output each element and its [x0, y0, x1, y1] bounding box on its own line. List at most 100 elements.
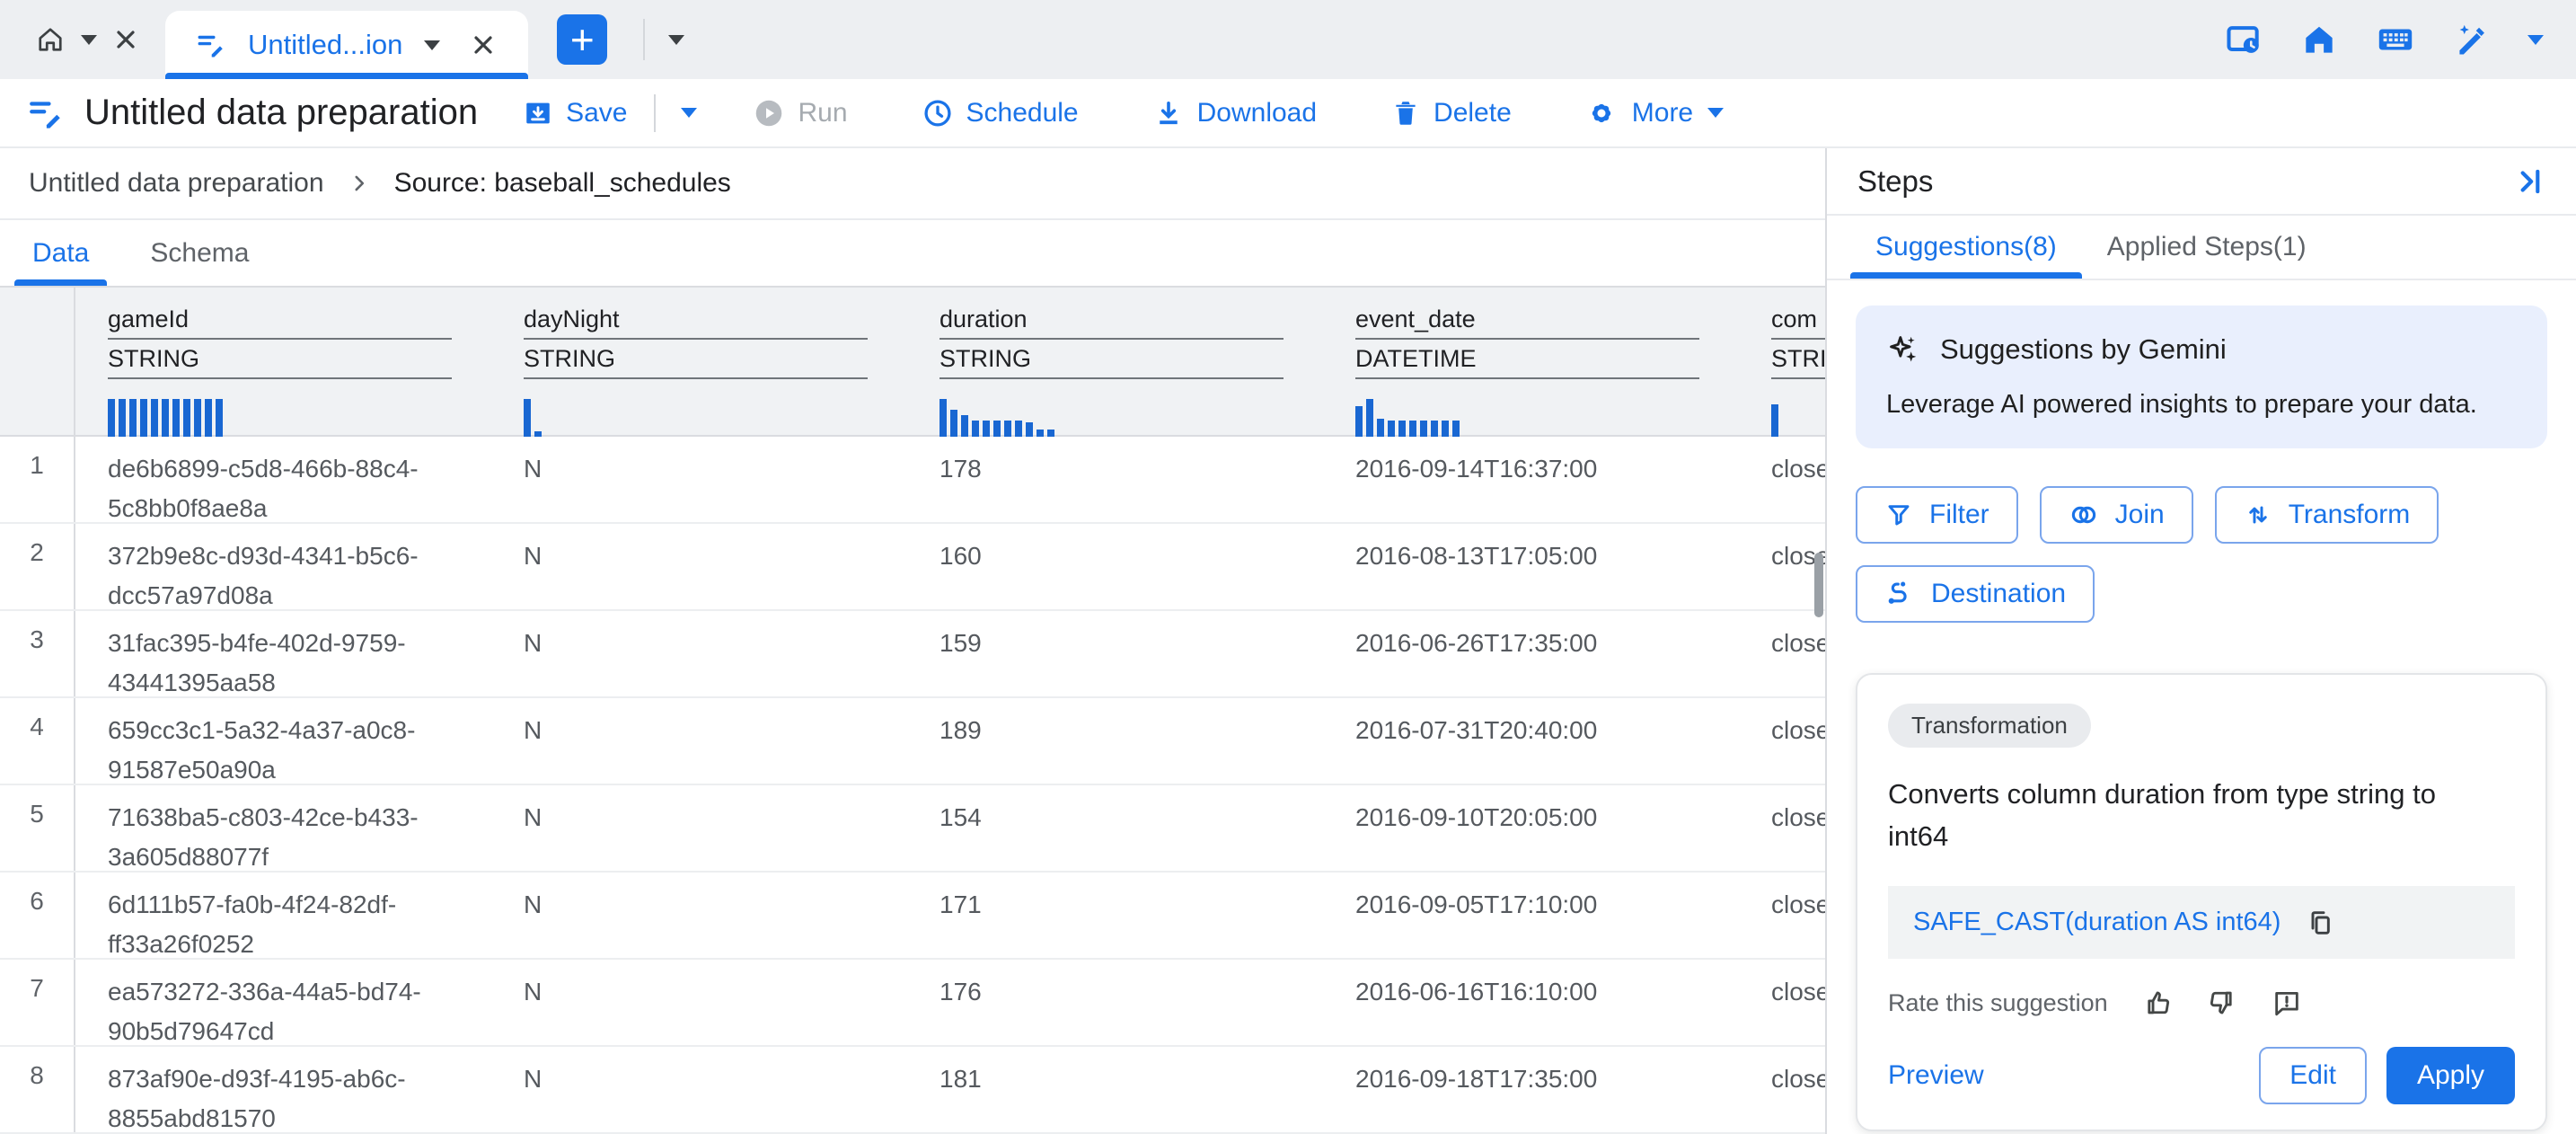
cell-event-date[interactable]: 2016-06-16T16:10:00 — [1323, 960, 1739, 1045]
cell-gameid[interactable]: 372b9e8c-d93d-4341-b5c6- dcc57a97d08a — [75, 524, 491, 609]
cell-duration[interactable]: 171 — [907, 873, 1323, 958]
preview-button[interactable]: Preview — [1888, 1060, 1984, 1091]
home-icon[interactable] — [2299, 20, 2339, 59]
cell-duration[interactable]: 160 — [907, 524, 1323, 609]
cell-daynight[interactable]: N — [491, 873, 907, 958]
magic-wand-icon[interactable] — [2452, 20, 2492, 59]
join-button[interactable]: Join — [2040, 486, 2193, 544]
cell-gameid[interactable]: 6d111b57-fa0b-4f24-82df- ff33a26f0252 — [75, 873, 491, 958]
cell-status[interactable]: close — [1739, 437, 1825, 522]
column-name[interactable]: dayNight — [524, 302, 868, 340]
column-header[interactable]: dayNight STRING — [491, 288, 907, 435]
cell-event-date[interactable]: 2016-09-14T16:37:00 — [1323, 437, 1739, 522]
column-histogram[interactable] — [108, 397, 452, 440]
thumb-down-icon[interactable] — [2207, 988, 2237, 1018]
column-header[interactable]: event_date DATETIME — [1323, 288, 1739, 435]
tab-data[interactable]: Data — [2, 220, 119, 286]
cell-duration[interactable]: 176 — [907, 960, 1323, 1045]
column-name[interactable]: duration — [940, 302, 1284, 340]
collapse-panel-icon[interactable] — [2511, 164, 2545, 199]
column-name[interactable]: gameId — [108, 302, 452, 340]
suggestion-code[interactable]: SAFE_CAST(duration AS int64) — [1913, 908, 2280, 937]
save-options-caret-icon[interactable] — [661, 108, 717, 118]
cell-event-date[interactable]: 2016-09-05T17:10:00 — [1323, 873, 1739, 958]
thumb-up-icon[interactable] — [2142, 988, 2173, 1018]
cell-duration[interactable]: 181 — [907, 1047, 1323, 1132]
column-header[interactable]: gameId STRING — [75, 288, 491, 435]
cell-daynight[interactable]: N — [491, 785, 907, 871]
tab-schema[interactable]: Schema — [119, 220, 279, 286]
cell-daynight[interactable]: N — [491, 524, 907, 609]
run-button[interactable]: Run — [731, 97, 869, 129]
destination-button[interactable]: Destination — [1856, 565, 2095, 623]
column-type[interactable]: STRING — [108, 341, 452, 379]
more-button[interactable]: More — [1564, 97, 1745, 129]
column-header[interactable]: com STRING — [1739, 288, 1825, 435]
cell-gameid[interactable]: ea573272-336a-44a5-bd74- 90b5d79647cd — [75, 960, 491, 1045]
tab-overflow-caret-icon[interactable] — [668, 35, 684, 45]
vertical-scrollbar-thumb[interactable] — [1814, 553, 1823, 617]
cell-event-date[interactable]: 2016-06-26T17:35:00 — [1323, 611, 1739, 696]
cell-gameid[interactable]: 71638ba5-c803-42ce-b433- 3a605d88077f — [75, 785, 491, 871]
cell-daynight[interactable]: N — [491, 698, 907, 784]
magic-wand-caret-icon[interactable] — [2527, 35, 2544, 45]
cell-gameid[interactable]: 873af90e-d93f-4195-ab6c- 8855abd81570 — [75, 1047, 491, 1132]
cell-status[interactable]: close — [1739, 1047, 1825, 1132]
cell-gameid[interactable]: 31fac395-b4fe-402d-9759- 43441395aa58 — [75, 611, 491, 696]
column-type[interactable]: DATETIME — [1355, 341, 1699, 379]
column-type[interactable]: STRING — [524, 341, 868, 379]
keyboard-icon[interactable] — [2375, 19, 2416, 60]
feedback-icon[interactable] — [2272, 988, 2302, 1018]
column-histogram[interactable] — [1355, 397, 1699, 440]
cell-duration[interactable]: 159 — [907, 611, 1323, 696]
recent-tabs-icon[interactable] — [2224, 20, 2263, 59]
save-button[interactable]: Save — [501, 98, 648, 128]
filter-button[interactable]: Filter — [1856, 486, 2018, 544]
download-button[interactable]: Download — [1131, 97, 1338, 129]
cell-duration[interactable]: 154 — [907, 785, 1323, 871]
cell-status[interactable]: close — [1739, 960, 1825, 1045]
cell-event-date[interactable]: 2016-09-10T20:05:00 — [1323, 785, 1739, 871]
cell-event-date[interactable]: 2016-09-18T17:35:00 — [1323, 1047, 1739, 1132]
column-type[interactable]: STRING — [940, 341, 1284, 379]
cell-status[interactable]: close — [1739, 698, 1825, 784]
cell-duration[interactable]: 178 — [907, 437, 1323, 522]
cell-daynight[interactable]: N — [491, 437, 907, 522]
tab-caret-icon[interactable] — [424, 40, 440, 50]
home-tab-close-icon[interactable] — [111, 25, 140, 54]
column-histogram[interactable] — [940, 397, 1284, 440]
tab-applied-steps[interactable]: Applied Steps(1) — [2082, 216, 2332, 279]
column-type[interactable]: STRING — [1771, 341, 1825, 379]
column-header[interactable]: duration STRING — [907, 288, 1323, 435]
cell-status[interactable]: close — [1739, 785, 1825, 871]
cell-duration[interactable]: 189 — [907, 698, 1323, 784]
cell-status[interactable]: close — [1739, 524, 1825, 609]
copy-icon[interactable] — [2306, 908, 2334, 937]
edit-button[interactable]: Edit — [2259, 1047, 2367, 1104]
column-name[interactable]: com — [1771, 302, 1825, 340]
breadcrumb-source[interactable]: Source: baseball_schedules — [394, 168, 731, 199]
cell-gameid[interactable]: 659cc3c1-5a32-4a37-a0c8- 91587e50a90a — [75, 698, 491, 784]
home-tab-caret-icon[interactable] — [81, 35, 97, 45]
cell-status[interactable]: close — [1739, 611, 1825, 696]
cell-event-date[interactable]: 2016-07-31T20:40:00 — [1323, 698, 1739, 784]
breadcrumb-root[interactable]: Untitled data preparation — [29, 168, 324, 199]
cell-event-date[interactable]: 2016-08-13T17:05:00 — [1323, 524, 1739, 609]
tab-untitled-data-preparation[interactable]: Untitled...ion — [165, 11, 528, 79]
home-tab-icon[interactable] — [34, 23, 66, 56]
new-tab-button[interactable]: + — [557, 14, 607, 65]
cell-status[interactable]: close — [1739, 873, 1825, 958]
column-histogram[interactable] — [524, 397, 868, 440]
cell-daynight[interactable]: N — [491, 611, 907, 696]
schedule-button[interactable]: Schedule — [900, 97, 1100, 129]
column-name[interactable]: event_date — [1355, 302, 1699, 340]
tab-close-icon[interactable] — [469, 31, 498, 59]
delete-button[interactable]: Delete — [1369, 98, 1533, 128]
cell-daynight[interactable]: N — [491, 960, 907, 1045]
column-histogram[interactable] — [1771, 397, 1825, 440]
tab-suggestions[interactable]: Suggestions(8) — [1850, 216, 2082, 279]
cell-gameid[interactable]: de6b6899-c5d8-466b-88c4- 5c8bb0f8ae8a — [75, 437, 491, 522]
transform-button[interactable]: Transform — [2215, 486, 2439, 544]
cell-daynight[interactable]: N — [491, 1047, 907, 1132]
apply-button[interactable]: Apply — [2386, 1047, 2515, 1104]
